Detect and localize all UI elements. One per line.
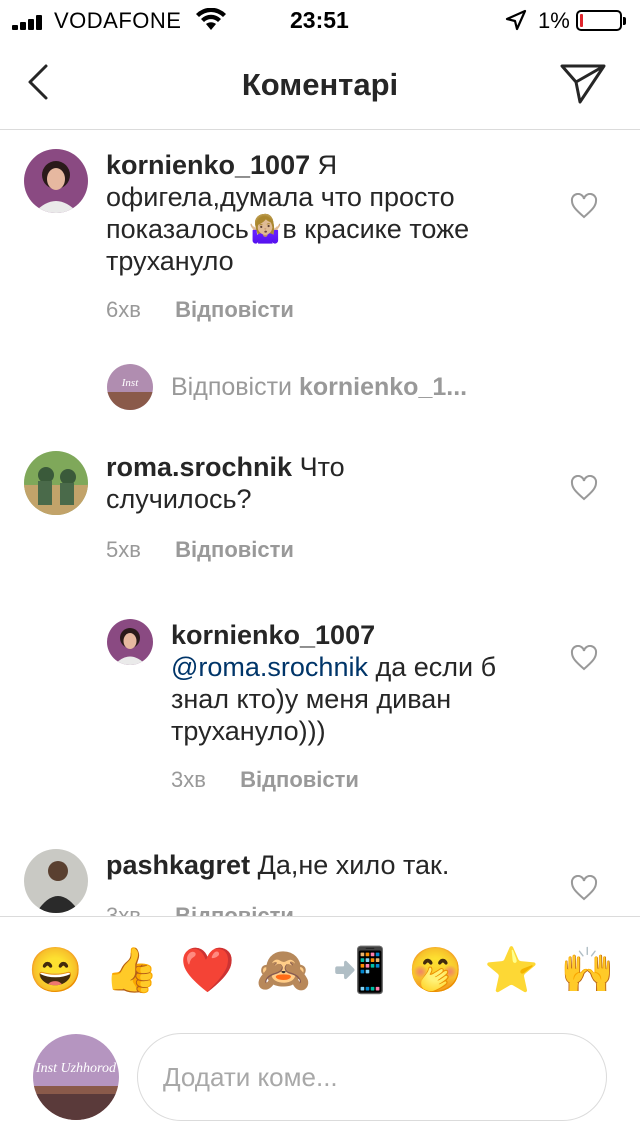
comment-text: roma.srochnik Что случилось? [106,451,406,515]
avatar[interactable] [24,149,88,213]
reply-button[interactable]: Відповісти [175,903,294,916]
composer-avatar: Inst Uzhhorod [33,1034,119,1120]
signal-strength-icon [12,14,48,30]
comment-meta: 5хв Відповісти [106,537,294,563]
username[interactable]: roma.srochnik [106,452,292,482]
raising-hands-emoji[interactable]: 🙌 [560,945,615,997]
reply-button[interactable]: Відповісти [175,297,294,322]
reply-button[interactable]: Відповісти [240,767,359,792]
reply-prompt-user: kornienko_1... [298,373,468,401]
avatar[interactable] [24,849,88,913]
page-title: Коментарі [241,67,399,102]
location-arrow-icon [505,9,527,31]
avatar-logo-text: Inst Uzhhorod [35,1061,117,1076]
comment-text: kornienko_1007 @roma.srochnik да если б … [171,619,551,747]
paper-plane-icon[interactable] [558,60,608,106]
heart-icon[interactable] [570,875,598,901]
reply-prompt-text: Відповісти kornienko_1... [171,373,467,402]
clock: 23:51 [290,7,349,33]
wifi-icon [196,8,226,30]
avatar-image [107,619,153,665]
heart-emoji[interactable]: ❤️ [180,945,235,997]
svg-text:Inst: Inst [121,377,139,389]
status-bar: VODAFONE 23:51 1% [0,0,640,40]
heart-icon[interactable] [570,645,598,671]
heart-icon[interactable] [570,475,598,501]
reply-prompt-label: Відповісти [171,373,293,401]
avatar-image [24,849,88,913]
comments-list[interactable]: kornienko_1007 Я офигела,думала что прос… [0,131,640,916]
heart-icon[interactable] [570,193,598,219]
grinning-emoji[interactable]: 😄 [28,945,83,997]
comment-text: pashkagret Да,не хило так. [106,849,546,881]
see-no-evil-monkey-emoji[interactable]: 🙈 [256,945,311,997]
avatar[interactable] [24,451,88,515]
avatar-image: Inst Uzhhorod [33,1034,119,1120]
thumbs-up-emoji[interactable]: 👍 [104,945,159,997]
avatar-image: Inst [107,364,153,410]
comment-body: Да,не хило так. [257,850,450,880]
carrier-name: VODAFONE [54,8,182,33]
battery-percentage: 1% [538,8,570,33]
comment-text: kornienko_1007 Я офигела,думала что прос… [106,149,526,277]
view-replies-link[interactable]: Inst Відповісти kornienko_1... [107,364,587,412]
battery-level [580,14,583,27]
comment-time: 5хв [106,537,141,562]
comment-meta: 3хв Відповісти [171,767,359,793]
username[interactable]: pashkagret [106,850,250,880]
avatar-image [24,149,88,213]
comment-time: 3хв [171,767,206,792]
comment-input[interactable]: Додати коме... [137,1033,607,1121]
username[interactable]: kornienko_1007 [106,150,310,180]
hand-over-mouth-emoji[interactable]: 🤭 [408,945,463,997]
mention-link[interactable]: @roma.srochnik [171,652,368,682]
username[interactable]: kornienko_1007 [171,620,375,650]
emoji-bar: 😄 👍 ❤️ 🙈 📲 🤭 ⭐ 🙌 [0,916,640,1026]
mobile-arrow-emoji[interactable]: 📲 [332,945,387,997]
comment-time: 3хв [106,903,141,916]
comment-time: 6хв [106,297,141,322]
nav-bar: Коментарі [0,40,640,130]
comment-meta: 6хв Відповісти [106,297,294,323]
battery-icon [576,10,626,31]
comment-input-placeholder: Додати коме... [163,1062,338,1092]
comment-meta: 3хв Відповісти [106,903,294,916]
avatar[interactable] [107,619,153,665]
avatar: Inst [107,364,153,410]
reply-button[interactable]: Відповісти [175,537,294,562]
avatar-image [24,451,88,515]
star-emoji[interactable]: ⭐ [484,945,539,997]
